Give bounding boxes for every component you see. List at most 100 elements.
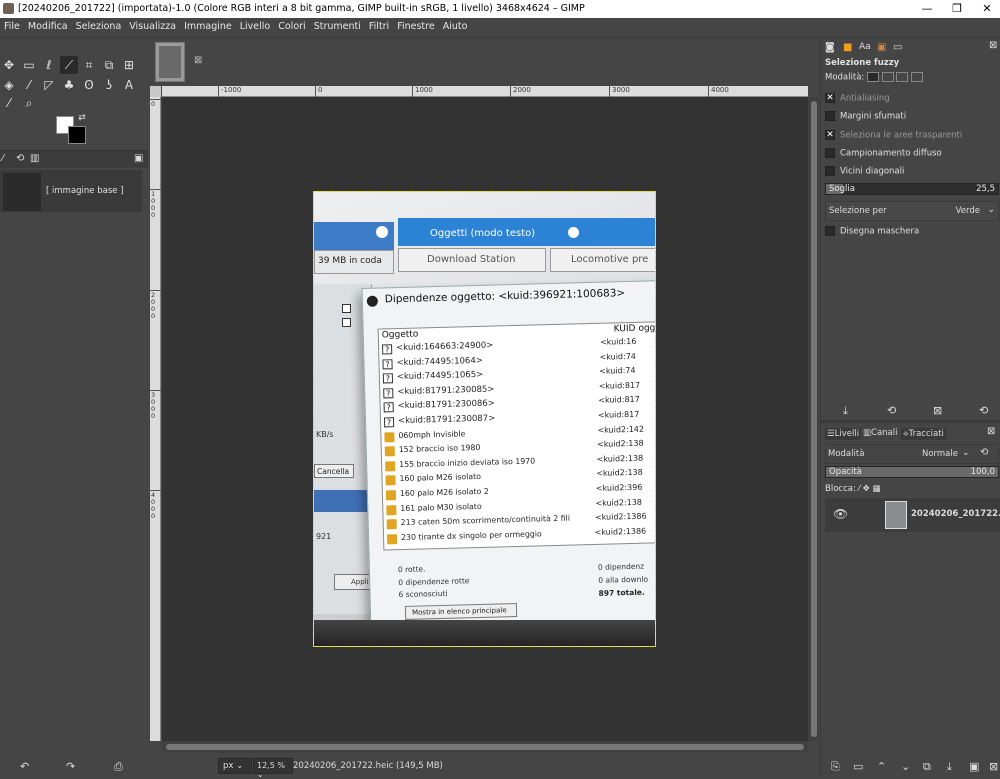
clone-tool-icon[interactable]: ♣ (60, 76, 78, 94)
mask-layer-icon[interactable]: ▣ (969, 760, 979, 773)
menu-strumenti[interactable]: Strumenti (314, 18, 361, 32)
fonts-tab-icon[interactable]: Aa (859, 42, 871, 52)
anchor-layer-icon[interactable]: ⤓ (947, 760, 952, 774)
soglia-slider[interactable]: Soglia 25,5 (825, 183, 999, 195)
tool-options-tab-icon[interactable]: ◙ (825, 42, 835, 53)
move-tool-icon[interactable]: ✥ (0, 56, 18, 74)
lock-position-icon[interactable]: ✥ (863, 484, 870, 494)
layers-panel-close-icon[interactable]: ⊠ (987, 426, 995, 437)
patterns-tab-icon[interactable]: ▣ (877, 42, 886, 53)
delete-options-icon[interactable]: ⊠ (933, 404, 942, 417)
ruler-corner-icon[interactable] (150, 86, 161, 97)
panel-menu-icon[interactable]: ▣ (134, 153, 143, 164)
close-button[interactable]: ✕ (972, 2, 1000, 15)
lower-layer-icon[interactable]: ⌄ (901, 760, 910, 773)
lasso-tool-icon[interactable]: ℓ (40, 56, 58, 74)
new-group-icon[interactable]: ▭ (853, 760, 863, 773)
tab-livelli[interactable]: ☰Livelli (825, 428, 862, 440)
tab-canali[interactable]: ▥Canali (863, 428, 898, 438)
horizontal-ruler[interactable]: -1000 0 1000 2000 3000 4000 (162, 86, 808, 97)
menu-immagine[interactable]: Immagine (184, 18, 232, 32)
menu-visualizza[interactable]: Visualizza (129, 18, 176, 32)
rect-select-tool-icon[interactable]: ▭ (20, 56, 38, 74)
dock-close-icon[interactable]: ⊠ (989, 40, 997, 51)
image-base-item[interactable]: [ immagine base ] (0, 170, 142, 212)
delete-layer-icon[interactable]: ⊠ (989, 760, 998, 773)
clear-history-icon[interactable]: ⎙ (114, 760, 123, 774)
images-tab-icon[interactable]: ▥ (30, 153, 39, 164)
menu-filtri[interactable]: Filtri (369, 18, 389, 32)
gradients-tab-icon[interactable]: ▭ (893, 42, 902, 53)
smudge-tool-icon[interactable]: ʘ (80, 76, 98, 94)
crop-tool-icon[interactable]: ⌗ (80, 56, 98, 74)
selezione-per-select[interactable]: Selezione per Verde ⌄ (825, 201, 999, 221)
horizontal-scrollbar[interactable] (162, 741, 808, 753)
raise-layer-icon[interactable]: ⌃ (877, 760, 886, 773)
menu-livello[interactable]: Livello (240, 18, 271, 32)
mode-reset-icon[interactable]: ⟲ (980, 447, 988, 458)
tab-close-icon[interactable]: ⊠ (194, 55, 202, 66)
antialiasing-row[interactable]: ✕ Antialiasing (825, 93, 890, 104)
mode-subtract-icon[interactable] (896, 72, 909, 82)
vicini-checkbox[interactable] (825, 166, 835, 176)
transform-tool-icon[interactable]: ⧉ (100, 56, 118, 74)
menu-colori[interactable]: Colori (278, 18, 305, 32)
tool-options-tab-icon[interactable]: ⁄ (2, 153, 4, 164)
layer-mode-row[interactable]: Modalità Normale ⌄ ⟲ (825, 444, 999, 464)
restore-options-icon[interactable]: ⟲ (887, 404, 896, 417)
campionamento-row[interactable]: Campionamento diffuso (825, 148, 942, 159)
reset-options-icon[interactable]: ⟲ (979, 404, 988, 417)
image-tab[interactable] (155, 42, 185, 82)
margini-row[interactable]: Margini sfumati (825, 111, 906, 122)
trasparenti-row[interactable]: ✕ Seleziona le aree trasparenti (825, 130, 962, 141)
menu-modifica[interactable]: Modifica (28, 18, 68, 32)
tab-tracciati[interactable]: ⟡Tracciati (901, 428, 946, 440)
mode-intersect-icon[interactable] (911, 72, 924, 82)
opacity-slider[interactable]: Opacità 100,0 (825, 466, 999, 478)
canvas-area[interactable]: 39 MB in coda Oggetti (modo testo) Downl… (162, 97, 808, 741)
lock-alpha-icon[interactable]: ▦ (872, 484, 880, 494)
disegna-row[interactable]: Disegna maschera (825, 226, 919, 237)
warp-tool-icon[interactable]: ⊞ (120, 56, 138, 74)
lock-pixels-icon[interactable]: ⁄ (859, 484, 860, 494)
undo-icon[interactable]: ↶ (20, 760, 29, 773)
fuzzy-select-tool-icon[interactable]: ⟋ (60, 56, 78, 74)
swap-colors-icon[interactable]: ⇄ (76, 112, 88, 124)
eraser-tool-icon[interactable]: ◸ (40, 76, 58, 94)
zoom-value: 12,5 % (257, 761, 285, 770)
disegna-checkbox[interactable] (825, 226, 835, 236)
color-picker-tool-icon[interactable]: ⁄ (0, 94, 18, 112)
trasparenti-checkbox[interactable]: ✕ (825, 130, 835, 140)
vertical-scrollbar[interactable] (808, 97, 819, 741)
menu-file[interactable]: File (4, 18, 20, 32)
vertical-ruler[interactable]: 0 1000 2000 3000 4000 (150, 97, 161, 741)
menu-finestre[interactable]: Finestre (397, 18, 435, 32)
menu-aiuto[interactable]: Aiuto (443, 18, 468, 32)
mode-replace-icon[interactable] (866, 72, 879, 82)
bucket-fill-tool-icon[interactable]: ◈ (0, 76, 18, 94)
duplicate-layer-icon[interactable]: ⧉ (923, 760, 931, 774)
unit-select[interactable]: px ⌄ (218, 758, 252, 774)
antialiasing-checkbox[interactable]: ✕ (825, 93, 835, 103)
campionamento-checkbox[interactable] (825, 148, 835, 158)
mode-add-icon[interactable] (881, 72, 894, 82)
save-options-icon[interactable]: ⤓ (843, 404, 848, 418)
eye-icon[interactable]: 👁 (833, 507, 848, 521)
undo-history-tab-icon[interactable]: ⟲ (16, 153, 24, 164)
brushes-tab-icon[interactable]: ■ (843, 42, 852, 53)
text-tool-icon[interactable]: A (120, 76, 138, 94)
redo-icon[interactable]: ↷ (66, 760, 75, 773)
image-photo[interactable]: 39 MB in coda Oggetti (modo testo) Downl… (313, 191, 656, 647)
maximize-button[interactable]: ❐ (942, 2, 972, 15)
paths-tool-icon[interactable]: ʖ (100, 76, 118, 94)
background-color-swatch[interactable] (68, 126, 86, 144)
minimize-button[interactable]: — (912, 2, 942, 15)
margini-checkbox[interactable] (825, 111, 835, 121)
zoom-select[interactable]: 12,5 % ⌄ (253, 758, 293, 779)
new-layer-icon[interactable]: ⎘ (831, 760, 840, 774)
menu-seleziona[interactable]: Seleziona (76, 18, 122, 32)
paintbrush-tool-icon[interactable]: ⁄ (20, 76, 38, 94)
layer-row[interactable]: 👁 20240206_201722.h (825, 498, 1000, 532)
vicini-row[interactable]: Vicini diagonali (825, 166, 904, 177)
zoom-tool-icon[interactable]: ⌕ (20, 94, 38, 112)
